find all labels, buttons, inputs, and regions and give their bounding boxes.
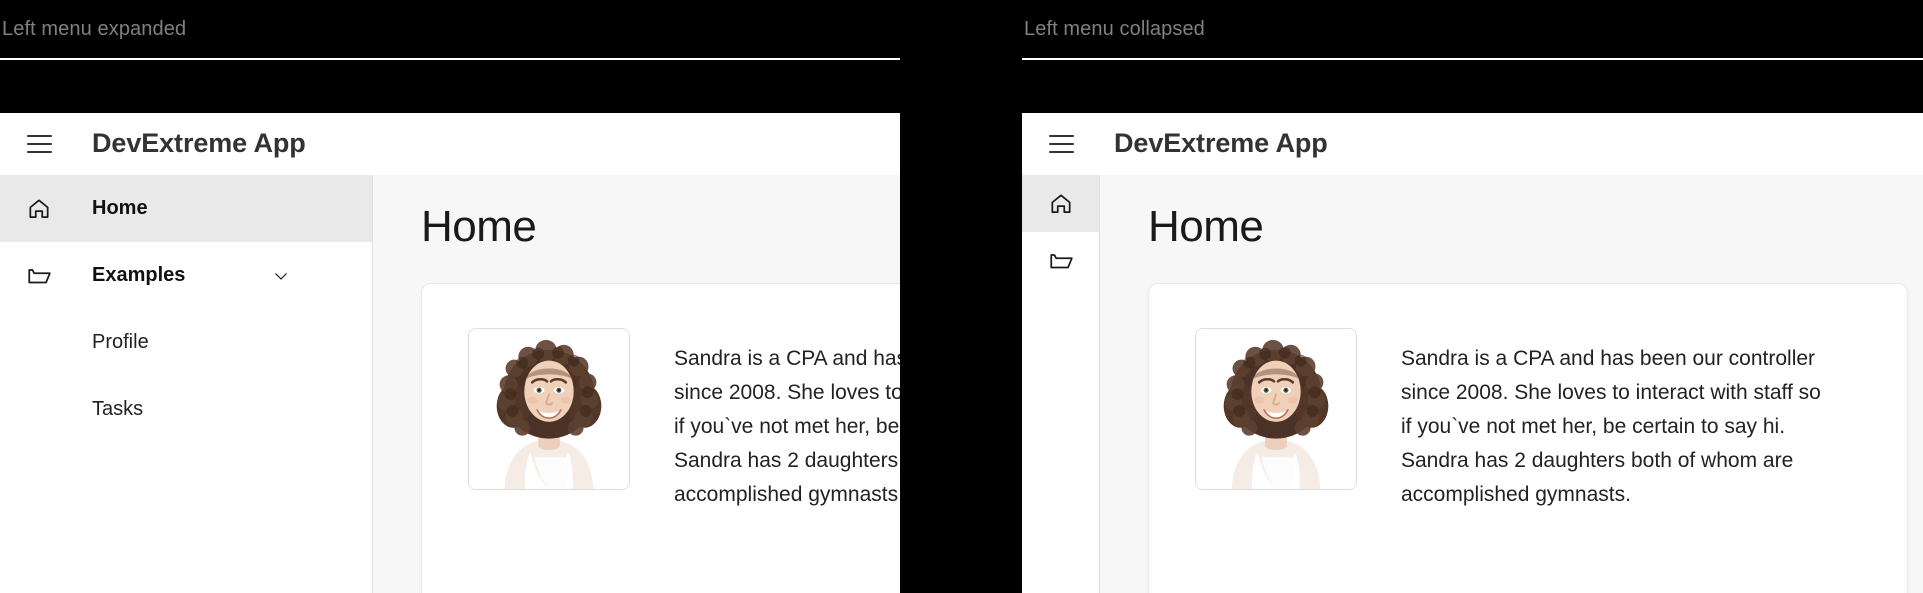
caption-left-menu-expanded: Left menu expanded [2,18,187,40]
avatar [1195,328,1357,491]
sidebar-drawer-expanded: Home Examples Profile Tasks [0,175,373,593]
app-body-collapsed: Home Sandra is a CPA and has been our co… [1022,175,1923,593]
content-area-expanded: Home Sandra is a CPA and ha since 2008. … [373,175,900,593]
app-window-expanded: DevExtreme App Home Examples Profile Tas… [0,113,900,593]
profile-card: Sandra is a CPA and has been our control… [1148,283,1908,593]
sidebar-item-home[interactable]: Home [0,175,372,242]
sidebar-item-home[interactable] [1022,175,1099,232]
caption-left-menu-collapsed: Left menu collapsed [1024,18,1205,40]
home-icon [22,192,56,226]
profile-bio: Sandra is a CPA and has been our control… [674,347,900,507]
avatar [468,328,630,491]
profile-card: Sandra is a CPA and has been our control… [421,283,900,593]
app-body-expanded: Home Examples Profile Tasks Home Sandra … [0,175,900,593]
app-title: DevExtreme App [1114,128,1328,158]
page-title: Home [1148,202,1264,251]
profile-bio: Sandra is a CPA and has been our control… [1401,347,1821,507]
sidebar-item-profile-label: Profile [92,331,149,353]
app-title: DevExtreme App [92,128,306,158]
chevron-down-icon[interactable] [272,267,290,285]
sidebar-item-examples[interactable] [1022,232,1099,289]
sidebar-item-examples-label: Examples [92,264,186,286]
sidebar-item-examples[interactable]: Examples [0,242,372,309]
portrait-photo [1196,329,1356,490]
toolbar-expanded: DevExtreme App [0,113,900,175]
sidebar-item-profile[interactable]: Profile [0,309,372,376]
portrait-photo [469,329,629,490]
hamburger-icon[interactable] [1044,127,1078,161]
caption-rule-right [1022,58,1923,60]
content-area-collapsed: Home Sandra is a CPA and has been our co… [1100,175,1923,593]
app-window-collapsed: DevExtreme App Home Sandra is a CPA and … [1022,113,1923,593]
folder-icon [1044,244,1078,278]
caption-rule-left [0,58,900,60]
toolbar-collapsed: DevExtreme App [1022,113,1923,175]
screenshot-stage: Left menu expanded DevExtreme App Home E… [0,0,1923,593]
page-title: Home [421,202,537,251]
home-icon [1044,187,1078,221]
sidebar-item-home-label: Home [92,197,148,219]
sidebar-drawer-collapsed [1022,175,1100,593]
folder-icon [22,259,56,293]
sidebar-item-tasks-label: Tasks [92,398,144,420]
hamburger-icon[interactable] [22,127,56,161]
sidebar-item-tasks[interactable]: Tasks [0,376,372,443]
